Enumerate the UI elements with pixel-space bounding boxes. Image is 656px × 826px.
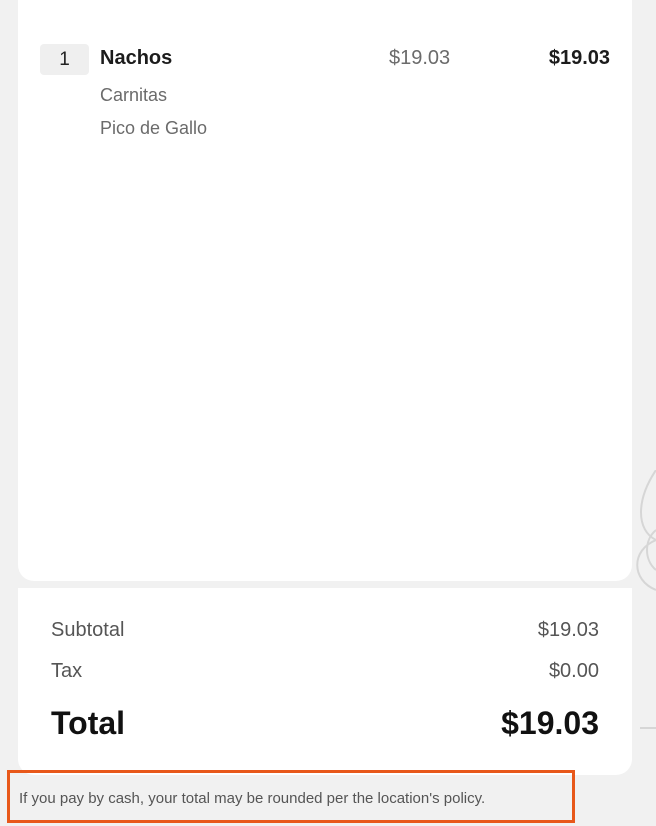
quantity-badge: 1 <box>40 44 89 75</box>
subtotal-value: $19.03 <box>537 619 599 641</box>
total-label: Total <box>51 705 126 741</box>
tax-value: $0.00 <box>548 660 599 682</box>
cash-rounding-notice: If you pay by cash, your total may be ro… <box>7 770 575 823</box>
tax-row: Tax $0.00 <box>51 660 599 683</box>
item-line-total: $19.03 <box>548 47 610 69</box>
subtotal-label: Subtotal <box>51 619 125 641</box>
subtotal-row: Subtotal $19.03 <box>51 619 599 642</box>
order-items-card: 1 Nachos $19.03 $19.03 Carnitas Pico de … <box>18 0 632 581</box>
modifier-item: Carnitas <box>100 85 168 105</box>
item-name: Nachos <box>100 47 173 69</box>
tax-label: Tax <box>51 660 83 682</box>
modifier-item: Pico de Gallo <box>100 118 208 138</box>
totals-card: Subtotal $19.03 Tax $0.00 Total $19.03 <box>18 588 632 775</box>
item-unit-price: $19.03 <box>389 47 451 69</box>
total-value: $19.03 <box>501 705 599 741</box>
modifier-list: Carnitas Pico de Gallo <box>100 84 207 150</box>
total-row: Total $19.03 <box>51 705 599 742</box>
